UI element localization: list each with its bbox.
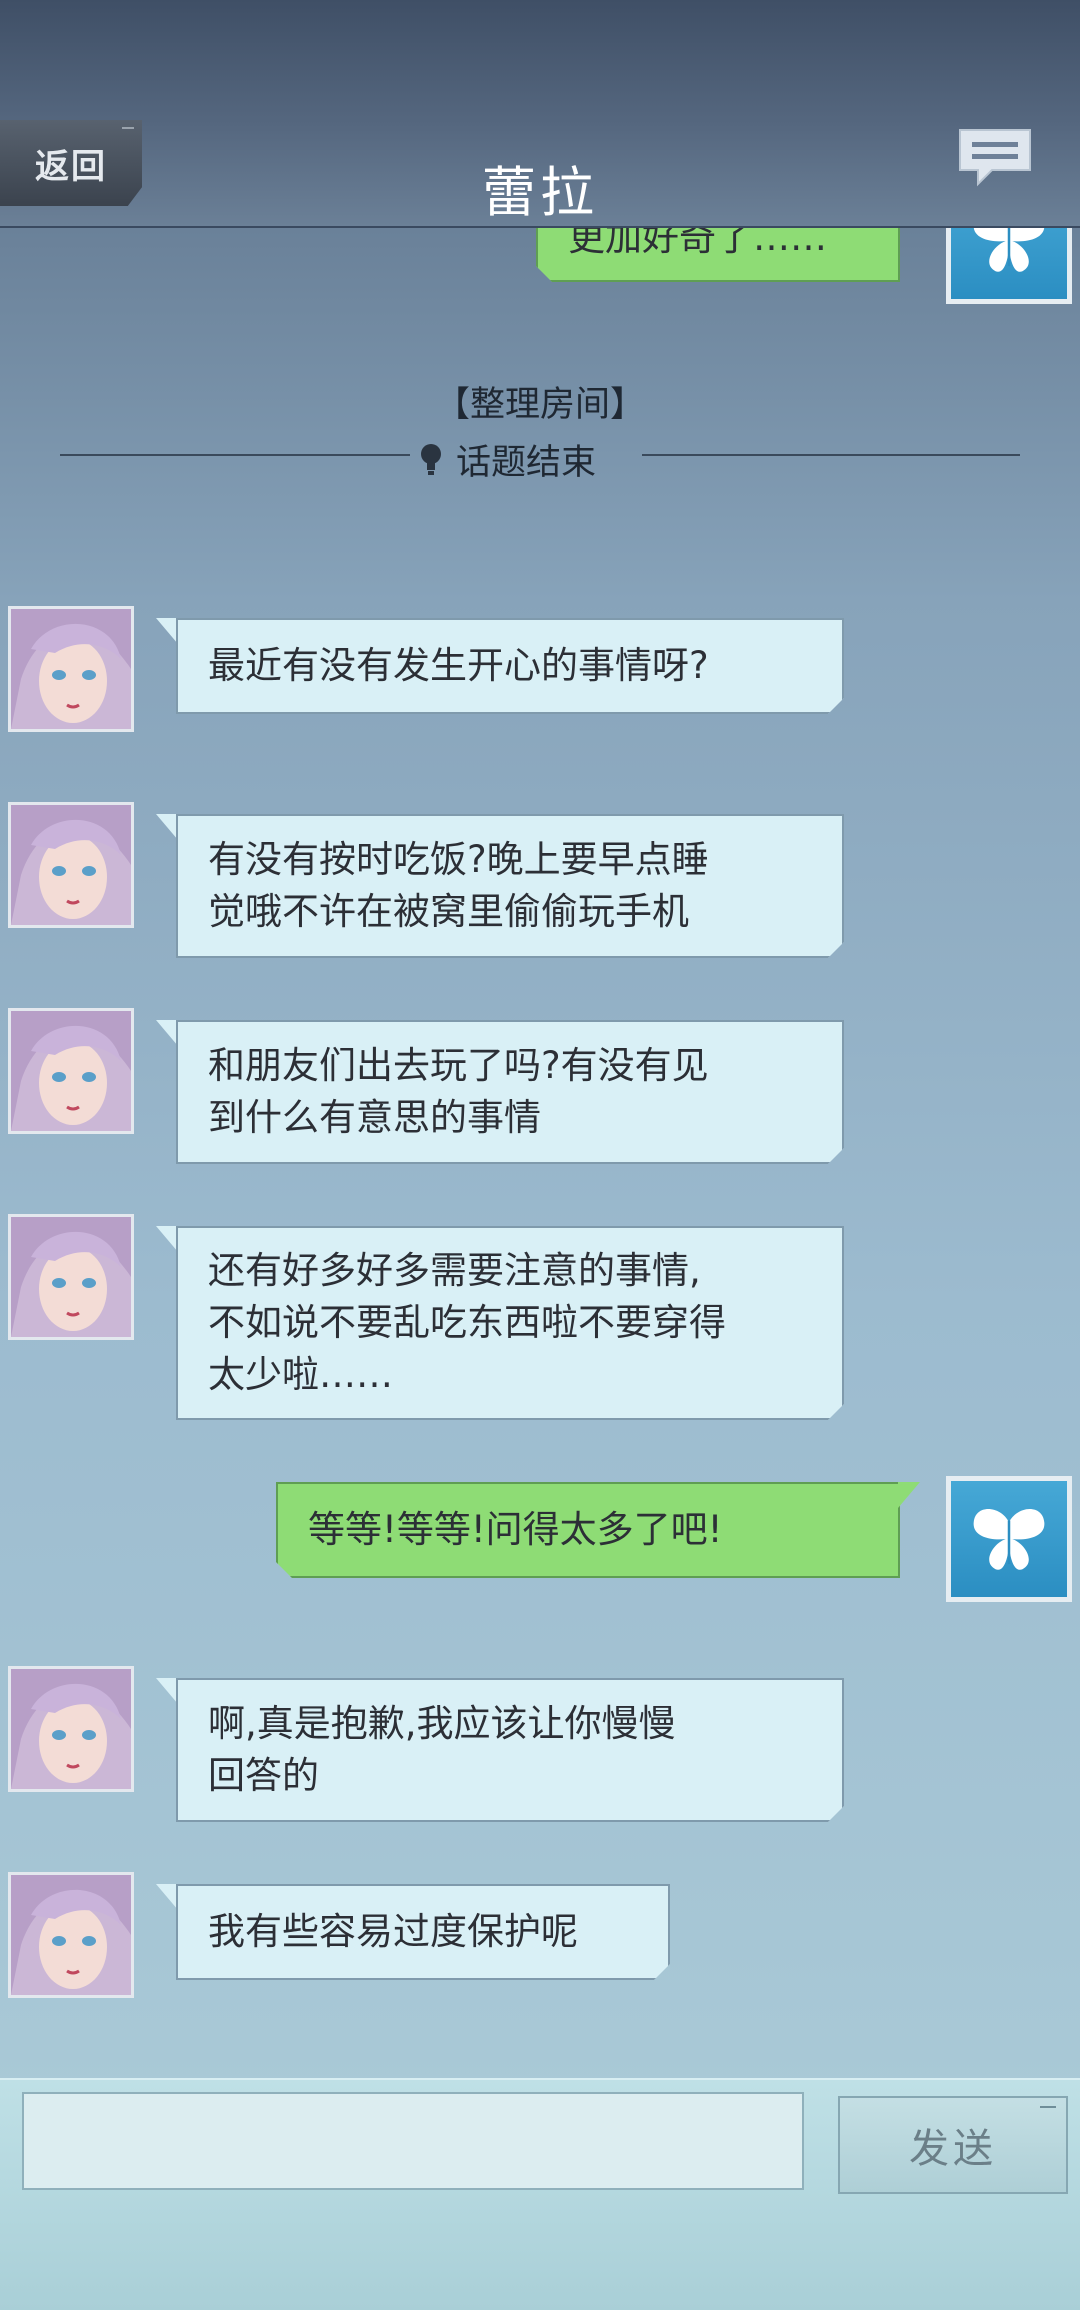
bubble-tail bbox=[156, 1678, 178, 1704]
received-message-bubble: 有没有按时吃饭?晚上要早点睡 觉哦不许在被窝里偷偷玩手机 bbox=[176, 814, 844, 958]
send-button[interactable]: 发送 bbox=[838, 2096, 1068, 2194]
bubble-tail bbox=[156, 618, 178, 644]
bubble-tail bbox=[156, 814, 178, 840]
character-portrait-icon bbox=[11, 805, 131, 925]
character-avatar[interactable] bbox=[8, 606, 134, 732]
received-message-bubble: 最近有没有发生开心的事情呀? bbox=[176, 618, 844, 714]
chat-bubbles-icon[interactable] bbox=[956, 126, 1034, 192]
character-avatar[interactable] bbox=[8, 1666, 134, 1792]
top-bar: 返回 蕾拉 bbox=[0, 0, 1080, 228]
page-title: 蕾拉 bbox=[482, 161, 598, 224]
topic-end-label: 话题结束 bbox=[420, 434, 596, 485]
user-avatar[interactable] bbox=[946, 1476, 1072, 1602]
character-portrait-icon bbox=[11, 1217, 131, 1337]
received-message-bubble: 啊,真是抱歉,我应该让你慢慢 回答的 bbox=[176, 1678, 844, 1822]
chat-scroll-area[interactable]: 更加好奇了…… 【整理房间】 话题结束 最近有没有发生开心的事情呀? 有没有按时… bbox=[0, 0, 1080, 2080]
divider-line bbox=[60, 454, 410, 456]
character-portrait-icon bbox=[11, 1011, 131, 1131]
character-portrait-icon bbox=[11, 609, 131, 729]
character-avatar[interactable] bbox=[8, 1008, 134, 1134]
character-avatar[interactable] bbox=[8, 1214, 134, 1340]
divider-line bbox=[642, 454, 1020, 456]
topic-title: 【整理房间】 bbox=[434, 385, 645, 425]
character-portrait-icon bbox=[11, 1875, 131, 1995]
character-avatar[interactable] bbox=[8, 802, 134, 928]
received-message-bubble: 我有些容易过度保护呢 bbox=[176, 1884, 670, 1980]
received-message-bubble: 还有好多好多需要注意的事情, 不如说不要乱吃东西啦不要穿得 太少啦…… bbox=[176, 1226, 844, 1420]
message-text: 等等!等等!问得太多了吧! bbox=[308, 1508, 723, 1551]
sent-message-bubble: 等等!等等!问得太多了吧! bbox=[276, 1482, 900, 1578]
bubble-tail bbox=[156, 1884, 178, 1910]
lightbulb-icon bbox=[421, 443, 441, 475]
character-avatar[interactable] bbox=[8, 1872, 134, 1998]
bubble-tail bbox=[156, 1226, 178, 1252]
character-portrait-icon bbox=[11, 1669, 131, 1789]
received-message-bubble: 和朋友们出去玩了吗?有没有见 到什么有意思的事情 bbox=[176, 1020, 844, 1164]
topic-end-divider: 话题结束 bbox=[0, 430, 1080, 483]
message-input-bar: 发送 bbox=[0, 2078, 1080, 2310]
butterfly-icon bbox=[973, 1508, 1045, 1570]
bubble-tail bbox=[898, 1482, 920, 1508]
message-input[interactable] bbox=[22, 2092, 804, 2190]
bubble-tail bbox=[156, 1020, 178, 1046]
